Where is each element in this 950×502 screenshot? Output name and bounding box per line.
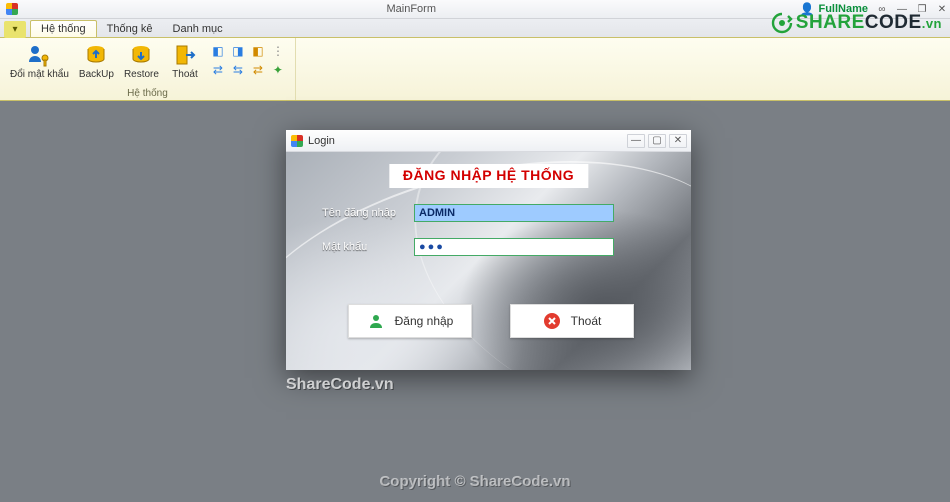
login-heading: ĐĂNG NHẬP HỆ THỐNG — [389, 164, 588, 188]
password-label: Mật khẩu — [322, 241, 404, 253]
login-title: Login — [308, 135, 627, 147]
user-login-icon — [367, 312, 385, 330]
logo-text-3: .vn — [922, 16, 942, 31]
username-row: Tên đăng nhập — [322, 204, 614, 222]
dialog-icon — [291, 135, 303, 147]
small-btn-7[interactable]: ⇄ — [249, 61, 267, 79]
tab-thong-ke[interactable]: Thống kê — [97, 21, 163, 37]
ribbon-group-he-thong: Đổi mật khẩu BackUp Restore Thoát — [0, 38, 296, 100]
small-btn-6[interactable]: ⇆ — [229, 61, 247, 79]
login-heading-text: ĐĂNG NHẬP HỆ THỐNG — [403, 167, 574, 183]
restore-button[interactable]: Restore — [120, 40, 163, 82]
watermark-small: ShareCode.vn — [286, 376, 394, 394]
change-password-button[interactable]: Đổi mật khẩu — [6, 40, 73, 82]
logo-icon — [771, 12, 793, 34]
password-row: Mật khẩu — [322, 238, 614, 256]
dialog-controls: — ▢ ✕ — [627, 134, 687, 148]
small-btn-5[interactable]: ⇄ — [209, 61, 227, 79]
login-exit-label: Thoát — [571, 314, 602, 328]
watermark-copyright: Copyright © ShareCode.vn — [0, 473, 950, 490]
sharecode-logo: SHARECODE.vn — [771, 12, 942, 34]
backup-label: BackUp — [79, 69, 114, 80]
restore-icon — [128, 42, 154, 68]
restore-label: Restore — [124, 69, 159, 80]
ribbon-small-buttons: ◧ ◨ ◧ ⋮ ⇄ ⇆ ⇄ ✦ — [207, 40, 289, 81]
login-button-label: Đăng nhập — [395, 314, 454, 328]
close-circle-icon — [543, 312, 561, 330]
file-menu-button[interactable]: ▾ — [4, 21, 26, 38]
window-title: MainForm — [23, 3, 800, 15]
small-btn-4[interactable]: ⋮ — [269, 42, 287, 60]
logo-text-1: SHARE — [796, 12, 865, 34]
tab-he-thong[interactable]: Hệ thống — [30, 20, 97, 37]
small-btn-3[interactable]: ◧ — [249, 42, 267, 60]
logo-text-2: CODE — [865, 12, 922, 34]
exit-icon — [172, 42, 198, 68]
password-input[interactable] — [414, 238, 614, 256]
tab-danh-muc[interactable]: Danh mục — [163, 21, 233, 37]
small-btn-8[interactable]: ✦ — [269, 61, 287, 79]
small-btn-2[interactable]: ◨ — [229, 42, 247, 60]
small-btn-1[interactable]: ◧ — [209, 42, 227, 60]
backup-button[interactable]: BackUp — [75, 40, 118, 82]
change-password-label: Đổi mật khẩu — [10, 69, 69, 80]
ribbon-body: Đổi mật khẩu BackUp Restore Thoát — [0, 38, 950, 101]
exit-label: Thoát — [172, 69, 198, 80]
login-button[interactable]: Đăng nhập — [348, 304, 472, 338]
key-user-icon — [26, 42, 52, 68]
username-label: Tên đăng nhập — [322, 207, 404, 219]
login-button-row: Đăng nhập Thoát — [348, 304, 634, 338]
dialog-maximize-button[interactable]: ▢ — [648, 134, 666, 148]
login-titlebar: Login — ▢ ✕ — [286, 130, 691, 152]
backup-icon — [83, 42, 109, 68]
app-icon — [6, 3, 18, 15]
dialog-minimize-button[interactable]: — — [627, 134, 645, 148]
login-dialog: Login — ▢ ✕ ĐĂNG NHẬP HỆ THỐNG Tên đăng … — [286, 130, 691, 370]
login-body: ĐĂNG NHẬP HỆ THỐNG Tên đăng nhập Mật khẩ… — [286, 152, 691, 370]
exit-button[interactable]: Thoát — [165, 40, 205, 82]
dialog-close-button[interactable]: ✕ — [669, 134, 687, 148]
username-input[interactable] — [414, 204, 614, 222]
login-exit-button[interactable]: Thoát — [510, 304, 634, 338]
ribbon-group-label: Hệ thống — [6, 87, 289, 100]
